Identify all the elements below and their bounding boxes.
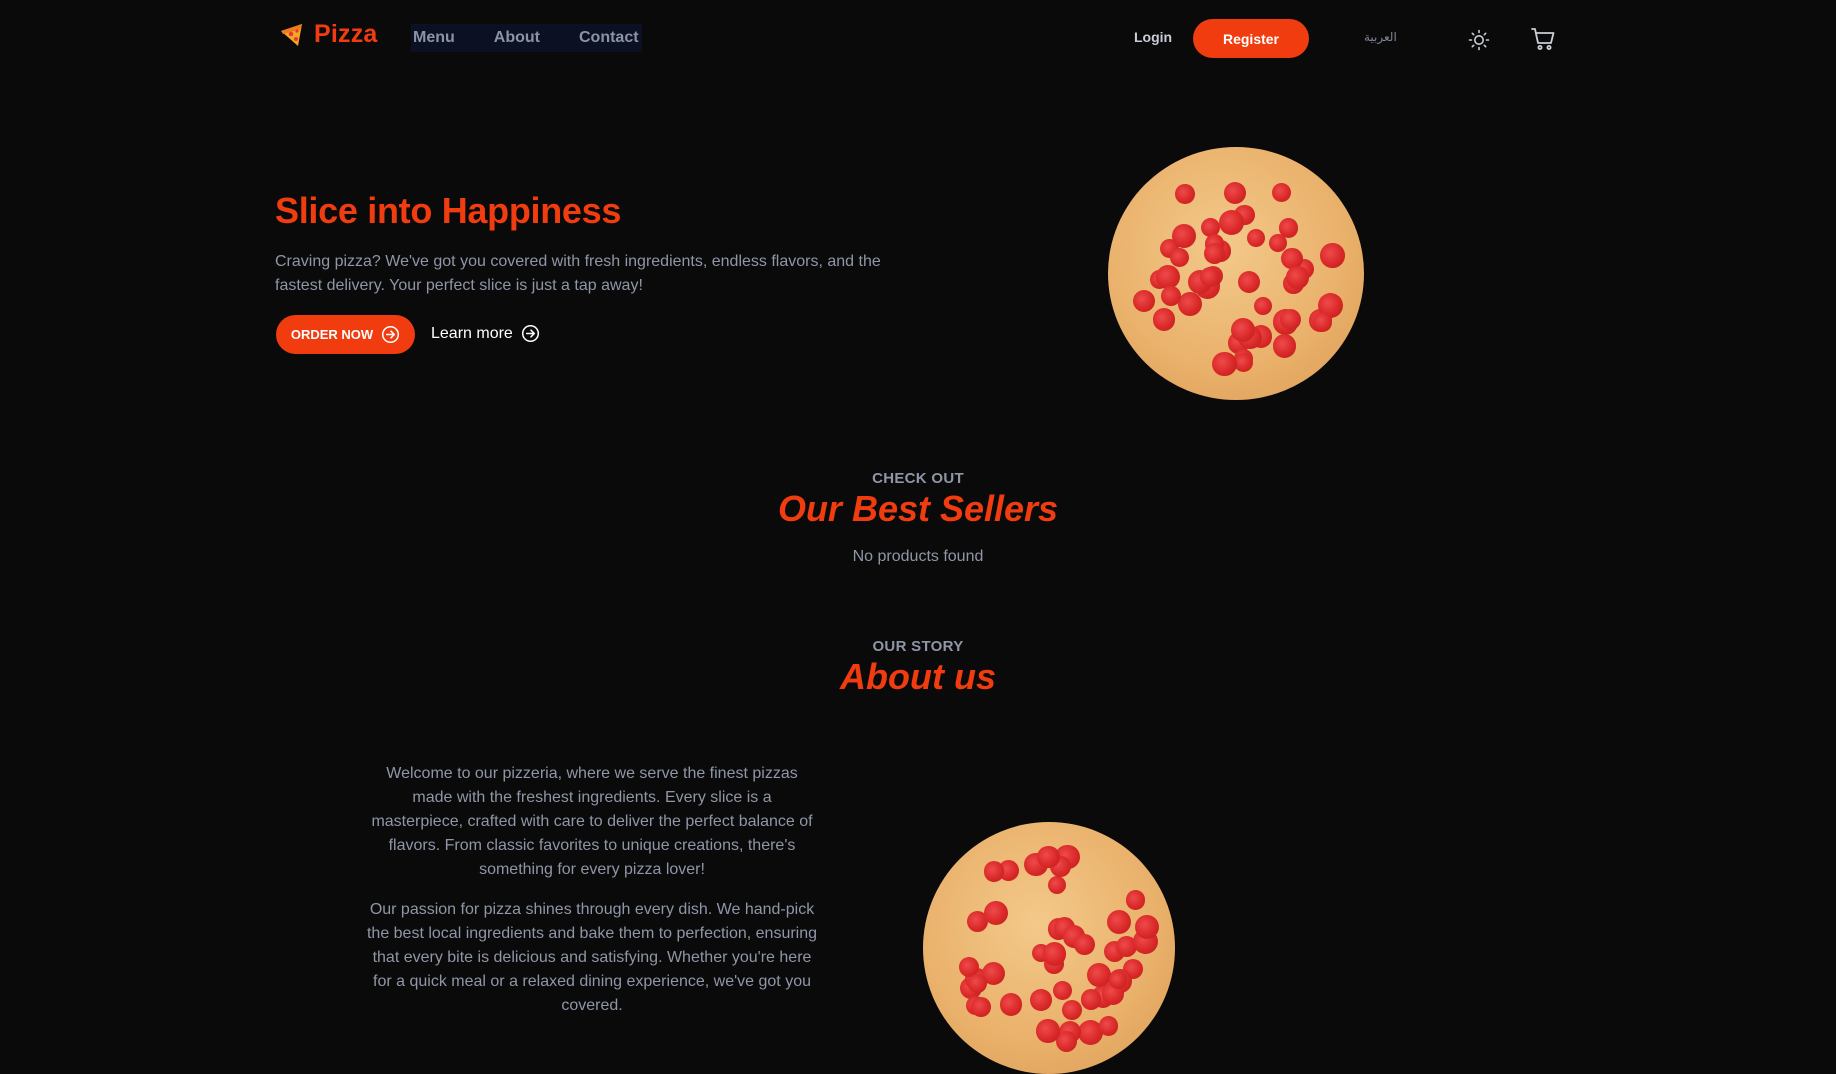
hero-pizza-image: [1108, 147, 1364, 400]
pepperoni-topping: [1161, 285, 1182, 306]
pepperoni-topping: [1036, 1019, 1060, 1043]
about-eyebrow: OUR STORY: [872, 638, 964, 655]
pepperoni-topping: [1268, 233, 1287, 253]
pepperoni-topping: [1125, 890, 1146, 910]
pepperoni-topping: [1175, 184, 1195, 205]
pepperoni-topping: [1037, 845, 1060, 869]
pepperoni-topping: [1047, 876, 1067, 895]
pepperoni-topping: [1170, 248, 1190, 268]
learn-more-link[interactable]: Learn more: [431, 324, 540, 343]
about-pizza-image: [923, 822, 1175, 1074]
pepperoni-topping: [968, 974, 988, 994]
learn-more-label: Learn more: [431, 324, 513, 342]
nav-item-contact[interactable]: Contact: [579, 29, 639, 47]
pepperoni-topping: [1223, 181, 1246, 205]
pepperoni-topping: [1320, 243, 1345, 268]
about-paragraph: Our passion for pizza shines through eve…: [366, 901, 818, 1014]
pepperoni-topping: [1312, 312, 1333, 333]
pepperoni-topping: [1272, 183, 1292, 203]
main-nav: Menu About Contact: [411, 24, 642, 52]
pepperoni-topping: [1280, 309, 1302, 331]
arrow-right-circle-icon: [521, 324, 539, 343]
pepperoni-topping: [1230, 318, 1255, 343]
pepperoni-topping: [1042, 941, 1067, 966]
pepperoni-topping: [1212, 351, 1237, 377]
sun-icon[interactable]: [1467, 28, 1491, 52]
pepperoni-topping: [1061, 1000, 1082, 1021]
hero-title: Slice into Happiness: [275, 190, 622, 231]
pepperoni-topping: [1273, 334, 1297, 358]
pepperoni-topping: [1152, 307, 1176, 331]
order-now-button[interactable]: ORDER NOW: [276, 315, 415, 354]
pepperoni-topping: [1107, 909, 1132, 935]
arrow-right-circle-icon: [382, 325, 400, 344]
pepperoni-topping: [1237, 271, 1260, 294]
about-paragraph: Welcome to our pizzeria, where we serve …: [371, 765, 813, 878]
brand-name: Pizza: [314, 20, 378, 48]
order-now-label: ORDER NOW: [290, 327, 374, 342]
pepperoni-topping: [1254, 297, 1273, 316]
pepperoni-topping: [1286, 266, 1309, 289]
pizza-slice-icon: [281, 23, 302, 46]
register-button[interactable]: Register: [1193, 19, 1309, 58]
site-header: Pizza Menu About Contact Login Register …: [0, 0, 1836, 78]
nav-item-about[interactable]: About: [494, 29, 540, 47]
pepperoni-topping: [971, 996, 992, 1017]
pepperoni-topping: [1074, 933, 1096, 955]
about-title: About us: [840, 656, 996, 697]
pepperoni-topping: [1080, 989, 1102, 1010]
nav-item-menu[interactable]: Menu: [413, 29, 455, 47]
brand-logo-link[interactable]: Pizza: [278, 20, 378, 49]
language-switch[interactable]: العربية: [1364, 30, 1397, 44]
pepperoni-topping: [1172, 224, 1197, 248]
pepperoni-topping: [999, 993, 1023, 1016]
empty-products-text: No products found: [852, 548, 984, 565]
pepperoni-topping: [1247, 229, 1266, 248]
pepperoni-topping: [1052, 980, 1073, 1001]
pepperoni-topping: [1098, 1016, 1119, 1036]
login-link[interactable]: Login: [1134, 29, 1172, 45]
best-sellers-title: Our Best Sellers: [777, 488, 1059, 529]
pepperoni-topping: [984, 901, 1009, 926]
pepperoni-topping: [1030, 989, 1053, 1012]
best-sellers-eyebrow: CHECK OUT: [872, 470, 964, 487]
hero-description: Craving pizza? We've got you covered wit…: [275, 253, 881, 294]
pepperoni-topping: [1219, 209, 1245, 235]
cart-icon[interactable]: [1530, 26, 1556, 52]
pepperoni-topping: [1132, 289, 1156, 313]
pepperoni-topping: [983, 861, 1005, 882]
